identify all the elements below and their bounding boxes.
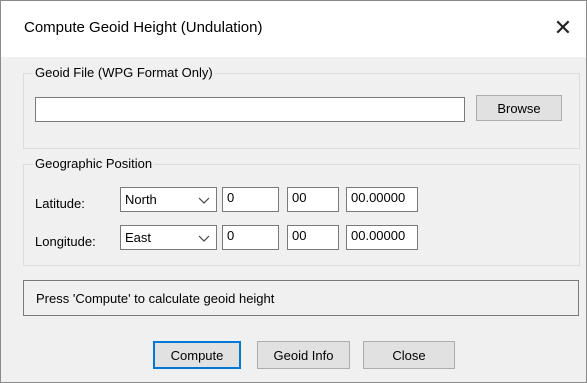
longitude-label: Longitude: bbox=[35, 234, 96, 249]
latitude-minutes-input[interactable]: 00 bbox=[287, 187, 339, 212]
latitude-label: Latitude: bbox=[35, 196, 85, 211]
status-message: Press 'Compute' to calculate geoid heigh… bbox=[36, 291, 275, 306]
close-button[interactable]: Close bbox=[363, 341, 455, 369]
longitude-degrees-input[interactable]: 0 bbox=[222, 225, 279, 250]
close-icon[interactable]: ✕ bbox=[540, 13, 586, 43]
latitude-degrees-input[interactable]: 0 bbox=[222, 187, 279, 212]
compute-button[interactable]: Compute bbox=[153, 341, 241, 369]
window-title: Compute Geoid Height (Undulation) bbox=[24, 19, 263, 36]
chevron-down-icon bbox=[198, 232, 210, 247]
dialog-window: Compute Geoid Height (Undulation) ✕ Geoi… bbox=[0, 0, 587, 383]
geoid-file-path-input[interactable] bbox=[35, 97, 465, 122]
geographic-position-group: Geographic Position bbox=[23, 156, 580, 266]
longitude-hemisphere-value: East bbox=[125, 230, 152, 245]
geoid-file-group-label: Geoid File (WPG Format Only) bbox=[33, 65, 215, 80]
browse-button[interactable]: Browse bbox=[476, 95, 562, 121]
longitude-hemisphere-select[interactable]: East bbox=[120, 225, 217, 250]
latitude-hemisphere-value: North bbox=[125, 192, 157, 207]
longitude-seconds-input[interactable]: 00.00000 bbox=[346, 225, 418, 250]
title-bar: Compute Geoid Height (Undulation) ✕ bbox=[1, 1, 586, 57]
latitude-seconds-input[interactable]: 00.00000 bbox=[346, 187, 418, 212]
geographic-position-group-label: Geographic Position bbox=[33, 156, 155, 171]
latitude-hemisphere-select[interactable]: North bbox=[120, 187, 217, 212]
status-message-box: Press 'Compute' to calculate geoid heigh… bbox=[23, 280, 579, 316]
longitude-minutes-input[interactable]: 00 bbox=[287, 225, 339, 250]
geoid-info-button[interactable]: Geoid Info bbox=[257, 341, 350, 369]
chevron-down-icon bbox=[198, 194, 210, 209]
